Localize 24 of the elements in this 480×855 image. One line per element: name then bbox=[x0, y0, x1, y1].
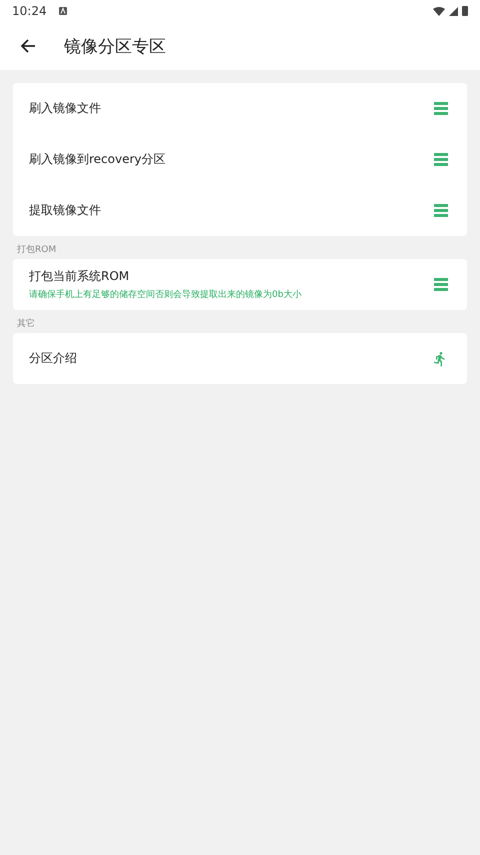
page-title: 镜像分区专区 bbox=[64, 36, 166, 58]
section-title: 打包ROM bbox=[16, 244, 58, 257]
back-button[interactable] bbox=[20, 38, 36, 54]
settings-item[interactable]: 提取镜像文件 bbox=[13, 185, 467, 236]
menu-icon[interactable] bbox=[434, 204, 448, 217]
section-title: 其它 bbox=[16, 318, 36, 331]
item-subtitle: 请确保手机上有足够的储存空间否则会导致提取出来的镜像为0b大小 bbox=[29, 288, 302, 301]
settings-item[interactable]: 打包当前系统ROM 请确保手机上有足够的储存空间否则会导致提取出来的镜像为0b大小 bbox=[13, 259, 467, 310]
battery-icon bbox=[462, 6, 468, 16]
menu-icon[interactable] bbox=[434, 102, 448, 115]
item-label: 打包当前系统ROM bbox=[29, 268, 130, 285]
item-label: 提取镜像文件 bbox=[29, 202, 102, 219]
menu-icon[interactable] bbox=[434, 278, 448, 291]
signal-icon bbox=[449, 6, 458, 16]
settings-item[interactable]: 刷入镜像到recovery分区 bbox=[13, 134, 467, 185]
wifi-icon bbox=[433, 6, 445, 16]
menu-icon[interactable] bbox=[434, 153, 448, 166]
settings-item[interactable]: 分区介绍 bbox=[13, 333, 467, 384]
item-label: 刷入镜像文件 bbox=[29, 100, 102, 117]
status-time: 10:24 bbox=[12, 4, 47, 18]
item-label: 分区介绍 bbox=[29, 350, 78, 367]
item-label: 刷入镜像到recovery分区 bbox=[29, 151, 167, 168]
settings-item[interactable]: 刷入镜像文件 bbox=[13, 83, 467, 134]
notification-icon bbox=[58, 7, 67, 15]
